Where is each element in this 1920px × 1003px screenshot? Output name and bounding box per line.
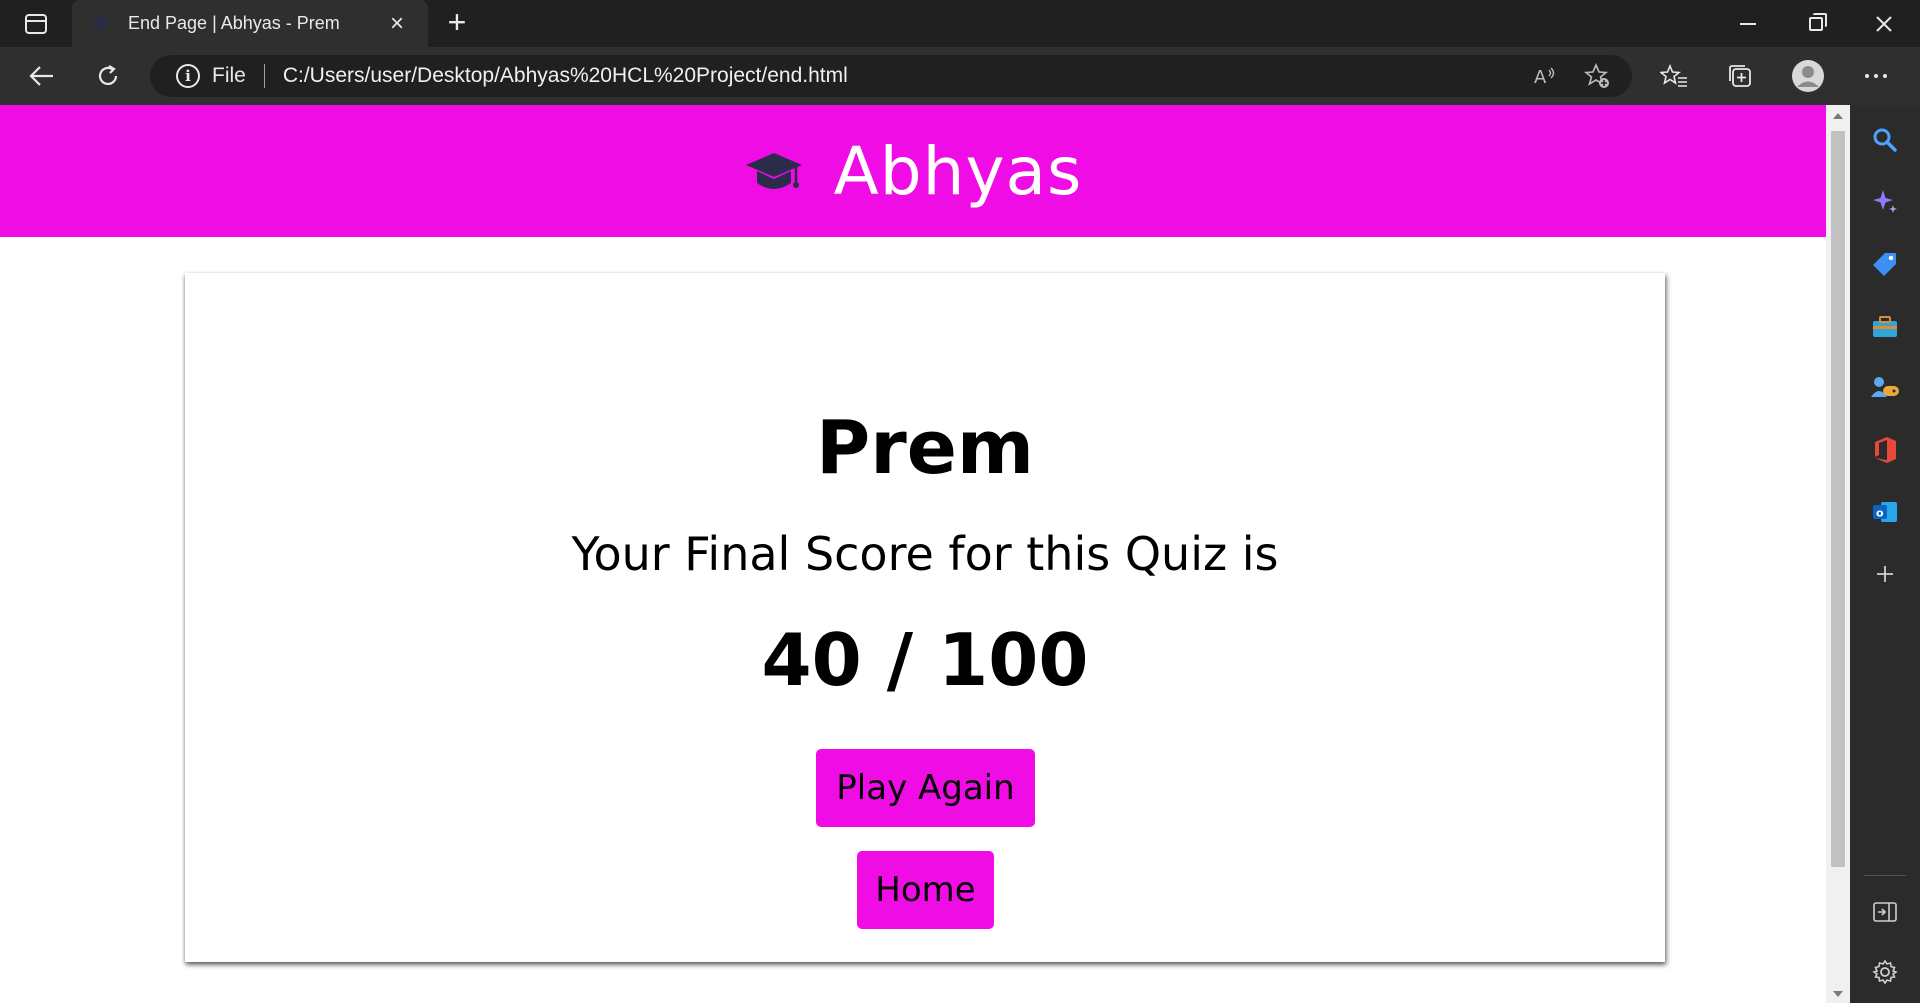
restore-button[interactable] (1782, 0, 1850, 47)
browser-titlebar: End Page | Abhyas - Prem × + (0, 0, 1920, 47)
shopping-icon (1873, 253, 1896, 276)
edge-sidebar: o (1850, 105, 1920, 1003)
home-button[interactable]: Home (857, 851, 994, 929)
more-icon (1865, 74, 1887, 78)
sidebar-outlook-button[interactable]: o (1868, 495, 1902, 529)
read-aloud-icon[interactable]: A (1530, 62, 1560, 90)
hide-sidebar-button[interactable] (1868, 895, 1902, 929)
add-favorite-icon[interactable] (1582, 62, 1612, 90)
back-icon (29, 66, 53, 86)
profile-button[interactable] (1788, 56, 1828, 96)
browser-tab[interactable]: End Page | Abhyas - Prem × (72, 0, 428, 47)
tab-title: End Page | Abhyas - Prem (128, 13, 340, 33)
add-icon (1877, 566, 1893, 582)
address-url[interactable]: C:/Users/user/Desktop/Abhyas%20HCL%20Pro… (283, 64, 848, 88)
address-scheme: File (212, 64, 246, 87)
sidebar-tools-button[interactable] (1868, 309, 1902, 343)
scroll-up-arrow[interactable] (1833, 113, 1843, 119)
scrollbar-thumb[interactable] (1831, 131, 1845, 867)
sidebar-copilot-button[interactable] (1868, 185, 1902, 219)
play-again-button[interactable]: Play Again (816, 749, 1035, 827)
more-button[interactable] (1856, 56, 1896, 96)
profile-icon (1792, 60, 1824, 92)
address-separator (263, 64, 265, 88)
sidebar-divider (1864, 875, 1906, 876)
sidebar-office-button[interactable] (1868, 433, 1902, 467)
address-bar[interactable]: i File C:/Users/user/Desktop/Abhyas%20HC… (150, 55, 1632, 97)
outlook-icon: o (1873, 502, 1897, 522)
score-message: Your Final Score for this Quiz is (571, 527, 1279, 581)
back-button[interactable] (22, 56, 62, 96)
sidebar-games-button[interactable] (1868, 371, 1902, 405)
page-viewport: Abhyas Prem Your Final Score for this Qu… (0, 105, 1826, 1003)
new-tab-button[interactable]: + (442, 6, 472, 38)
refresh-icon (98, 65, 118, 85)
final-score: 40 / 100 (761, 618, 1089, 702)
svg-text:o: o (1876, 507, 1884, 520)
favorites-icon (1660, 63, 1687, 87)
graduation-cap-favicon-icon (91, 16, 111, 29)
restore-icon (1809, 12, 1827, 31)
tools-icon (1873, 316, 1897, 337)
tab-close-icon[interactable]: × (384, 11, 410, 36)
refresh-button[interactable] (88, 56, 128, 96)
close-window-button[interactable] (1850, 0, 1918, 47)
games-icon (1871, 377, 1899, 397)
page-scrollbar[interactable] (1826, 105, 1850, 1003)
sidebar-search-button[interactable] (1868, 123, 1902, 157)
copilot-icon (1873, 190, 1897, 213)
graduation-cap-icon (745, 153, 802, 189)
search-icon (1873, 128, 1897, 152)
player-name: Prem (815, 405, 1035, 491)
minimize-icon (1740, 22, 1756, 25)
close-icon (1876, 15, 1892, 32)
tab-actions-icon (25, 14, 47, 34)
sidebar-add-button[interactable] (1868, 557, 1902, 591)
collections-button[interactable] (1720, 56, 1760, 96)
scroll-down-arrow[interactable] (1833, 991, 1843, 997)
result-card: Prem Your Final Score for this Quiz is 4… (185, 273, 1665, 962)
minimize-button[interactable] (1714, 0, 1782, 47)
hide-sidebar-icon (1873, 902, 1897, 922)
sidebar-settings-button[interactable] (1868, 955, 1902, 989)
site-info-icon[interactable]: i (176, 64, 200, 88)
site-header: Abhyas (0, 105, 1826, 237)
settings-icon (1872, 959, 1898, 985)
browser-toolbar: i File C:/Users/user/Desktop/Abhyas%20HC… (0, 47, 1920, 105)
sidebar-shopping-button[interactable] (1868, 247, 1902, 281)
collections-icon (1729, 65, 1751, 87)
svg-text:A: A (1534, 67, 1547, 87)
site-brand[interactable]: Abhyas (834, 133, 1083, 210)
office-icon (1875, 437, 1896, 463)
tab-actions-button[interactable] (18, 10, 54, 38)
favorites-button[interactable] (1654, 56, 1694, 96)
